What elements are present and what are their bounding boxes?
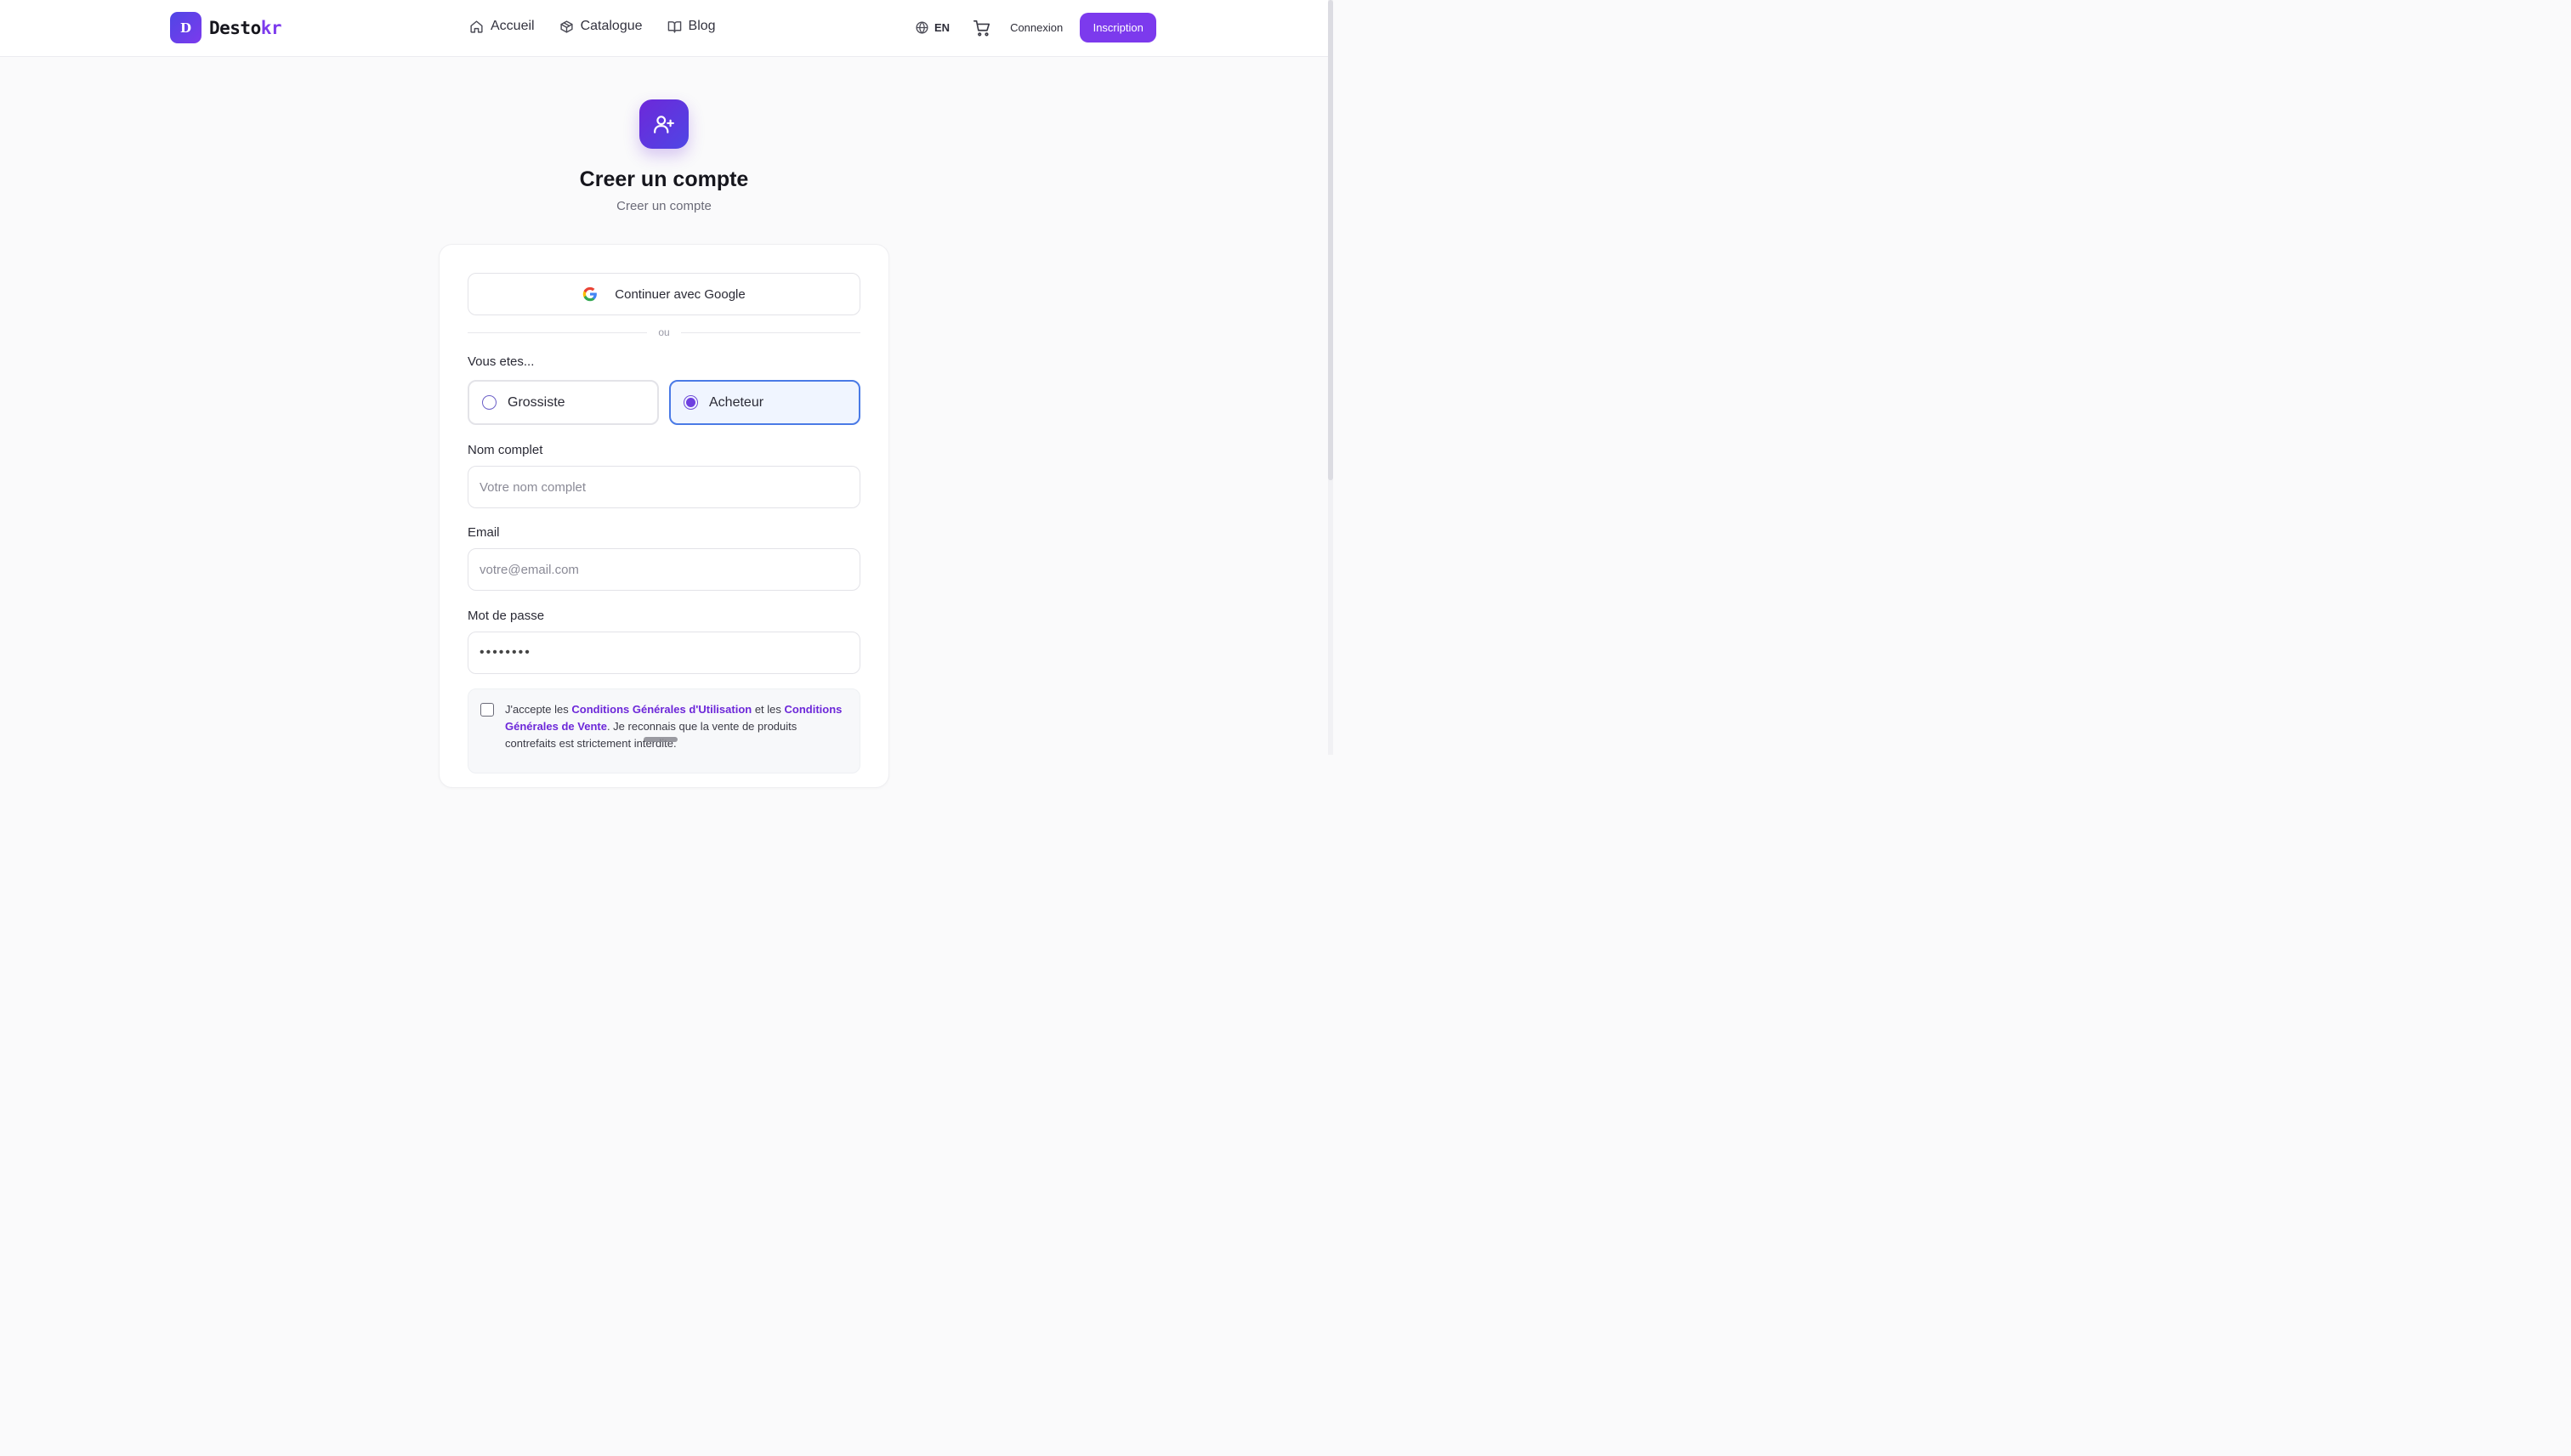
password-input[interactable] [468,632,860,674]
role-label-acheteur: Acheteur [709,394,764,410]
top-navbar: D Destokr Accueil Catalogue Blog EN Conn… [0,0,1328,57]
divider-line-right [681,332,860,333]
terms-prefix: J'accepte les [505,703,572,716]
role-label-grossiste: Grossiste [508,394,565,410]
divider-line-left [468,332,647,333]
drag-handle[interactable] [644,737,678,742]
nav-item-catalogue[interactable]: Catalogue [559,19,643,34]
logo-name-accent: kr [260,17,282,38]
page-title: Creer un compte [579,167,749,191]
cgu-link[interactable]: Conditions Générales d'Utilisation [571,703,752,716]
user-plus-badge [639,99,689,149]
cart-icon [973,20,990,36]
radio-acheteur[interactable] [684,395,698,410]
google-signin-button[interactable]: Continuer avec Google [468,273,860,315]
role-label: Vous etes... [468,354,535,369]
google-icon [583,286,598,302]
logo-name-main: Desto [209,17,261,38]
globe-icon [916,21,928,34]
box-icon [559,20,573,33]
home-icon [470,20,483,33]
language-label: EN [934,21,951,34]
divider-label: ou [658,326,670,338]
name-label: Nom complet [468,443,543,457]
cart-button[interactable] [973,19,991,37]
language-switcher[interactable]: EN [915,20,950,35]
page-subtitle: Creer un compte [616,199,712,213]
nav-item-label: Blog [688,19,716,33]
nav-item-label: Accueil [491,19,535,33]
nav-item-accueil[interactable]: Accueil [469,19,535,34]
main-nav: Accueil Catalogue Blog [469,19,741,34]
scrollbar-thumb[interactable] [1328,0,1333,480]
user-plus-icon [654,116,674,133]
radio-grossiste[interactable] [482,395,497,410]
terms-middle: et les [752,703,785,716]
login-link[interactable]: Connexion [1010,21,1063,34]
book-open-icon [667,20,681,33]
role-option-acheteur[interactable]: Acheteur [669,380,860,425]
email-input[interactable] [468,548,860,591]
role-option-grossiste[interactable]: Grossiste [468,380,659,425]
logo-mark: D [170,12,201,43]
header-actions: EN Connexion Inscription [915,13,1157,42]
signup-button[interactable]: Inscription [1080,13,1157,42]
radio-selected-dot [686,398,695,407]
nav-item-label: Catalogue [580,19,643,33]
full-name-input[interactable] [468,466,860,508]
password-label: Mot de passe [468,609,545,623]
email-label: Email [468,525,500,540]
google-button-label: Continuer avec Google [615,286,746,302]
nav-item-blog[interactable]: Blog [667,19,716,34]
terms-checkbox[interactable] [480,703,494,717]
logo-name: Destokr [209,17,282,38]
terms-text: J'accepte les Conditions Générales d'Uti… [505,701,845,752]
logo[interactable]: D Destokr [170,12,282,43]
